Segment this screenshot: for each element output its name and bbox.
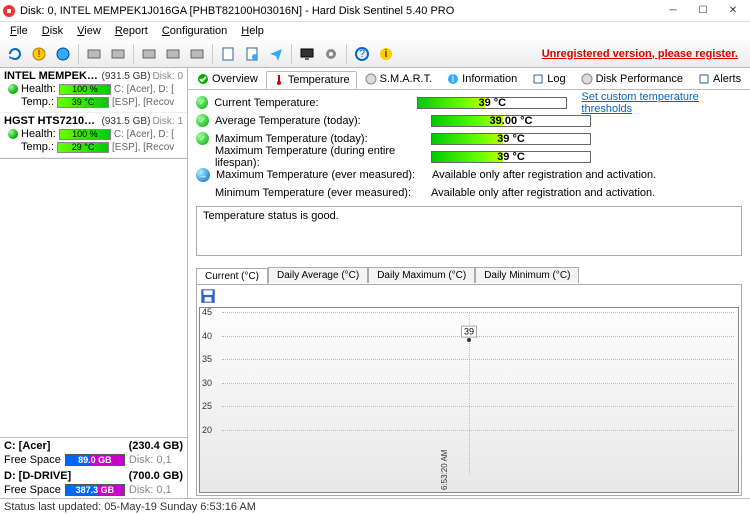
menu-report[interactable]: Report <box>109 24 154 38</box>
tab-overview[interactable]: Overview <box>190 70 265 88</box>
menu-configuration[interactable]: Configuration <box>156 24 233 38</box>
volume-list: C: [Acer](230.4 GB) Free Space89.0 GBDis… <box>0 437 187 498</box>
app-icon <box>2 4 16 18</box>
disk5-icon[interactable] <box>186 43 208 65</box>
toolbar: ! ? i Unregistered version, please regis… <box>0 40 750 68</box>
volume-item[interactable]: D: [D-DRIVE](700.0 GB) Free Space387.3 G… <box>0 468 187 498</box>
statusbar: Status last updated: 05-May-19 Sunday 6:… <box>0 498 750 514</box>
disk-name: INTEL MEMPEK1J016GA <box>4 70 100 82</box>
window-controls: ─ ☐ ✕ <box>658 1 748 21</box>
check-icon: ✓ <box>196 114 209 127</box>
thresholds-link[interactable]: Set custom temperature thresholds <box>581 91 742 115</box>
temperature-chart: 202530354045396:53:20 AM <box>199 307 739 493</box>
chart-tabs: Current (°C) Daily Average (°C) Daily Ma… <box>196 263 742 283</box>
send-icon[interactable] <box>265 43 287 65</box>
info-icon[interactable]: i <box>375 43 397 65</box>
browser-icon[interactable] <box>52 43 74 65</box>
menu-file[interactable]: File <box>4 24 34 38</box>
disk-name: HGST HTS721010A9E630 <box>4 115 100 127</box>
volume-item[interactable]: C: [Acer](230.4 GB) Free Space89.0 GBDis… <box>0 438 187 468</box>
check-icon: ✓ <box>196 96 208 109</box>
disk-item-0[interactable]: INTEL MEMPEK1J016GA (931.5 GB) Disk: 0 H… <box>0 68 187 113</box>
temp-bar: 39 °C <box>57 97 109 108</box>
disk2-icon[interactable] <box>107 43 129 65</box>
temperature-panel: ✓ Current Temperature: 39 °C Set custom … <box>188 90 750 498</box>
subtab-current[interactable]: Current (°C) <box>196 268 268 284</box>
tab-smart[interactable]: S.M.A.R.T. <box>358 70 440 88</box>
disk1-icon[interactable] <box>83 43 105 65</box>
disk-list: INTEL MEMPEK1J016GA (931.5 GB) Disk: 0 H… <box>0 68 187 159</box>
svg-text:i: i <box>452 73 454 85</box>
tab-temperature[interactable]: Temperature <box>266 71 357 89</box>
tab-information[interactable]: iInformation <box>440 70 524 88</box>
thermometer-icon <box>273 74 285 86</box>
save-icon[interactable] <box>199 287 217 305</box>
svg-text:?: ? <box>359 48 365 60</box>
close-button[interactable]: ✕ <box>718 1 748 21</box>
tab-alerts[interactable]: Alerts <box>691 70 748 88</box>
test-icon[interactable]: ! <box>28 43 50 65</box>
refresh-icon[interactable] <box>4 43 26 65</box>
window-title: Disk: 0, INTEL MEMPEK1J016GA [PHBT82100H… <box>20 5 658 17</box>
subtab-daily-max[interactable]: Daily Maximum (°C) <box>368 267 475 283</box>
tab-diskperf[interactable]: Disk Performance <box>574 70 690 88</box>
subtab-daily-avg[interactable]: Daily Average (°C) <box>268 267 368 283</box>
left-pane: INTEL MEMPEK1J016GA (931.5 GB) Disk: 0 H… <box>0 68 188 498</box>
health-bar: 100 % <box>59 84 111 95</box>
menu-disk[interactable]: Disk <box>36 24 69 38</box>
chart-container: 202530354045396:53:20 AM <box>196 284 742 496</box>
report2-icon[interactable] <box>241 43 263 65</box>
menu-view[interactable]: View <box>71 24 107 38</box>
titlebar: Disk: 0, INTEL MEMPEK1J016GA [PHBT82100H… <box>0 0 750 22</box>
status-ok-icon <box>8 129 18 139</box>
gear-icon[interactable] <box>320 43 342 65</box>
monitor-icon[interactable] <box>296 43 318 65</box>
disk4-icon[interactable] <box>162 43 184 65</box>
tab-log[interactable]: Log <box>525 70 572 88</box>
check-icon: ✓ <box>196 132 209 145</box>
menubar: File Disk View Report Configuration Help <box>0 22 750 40</box>
info-icon: → <box>196 168 210 182</box>
disk3-icon[interactable] <box>138 43 160 65</box>
help-icon[interactable]: ? <box>351 43 373 65</box>
menu-help[interactable]: Help <box>235 24 270 38</box>
svg-text:!: ! <box>37 48 40 60</box>
status-box: Temperature status is good. <box>196 206 742 256</box>
current-temp-bar: 39 °C <box>417 97 567 109</box>
status-ok-icon <box>8 84 18 94</box>
svg-text:i: i <box>385 48 387 60</box>
right-pane: Overview Temperature S.M.A.R.T. iInforma… <box>188 68 750 498</box>
tabs: Overview Temperature S.M.A.R.T. iInforma… <box>188 68 750 90</box>
main: INTEL MEMPEK1J016GA (931.5 GB) Disk: 0 H… <box>0 68 750 498</box>
minimize-button[interactable]: ─ <box>658 1 688 21</box>
subtab-daily-min[interactable]: Daily Minimum (°C) <box>475 267 579 283</box>
register-link[interactable]: Unregistered version, please register. <box>542 48 738 60</box>
report1-icon[interactable] <box>217 43 239 65</box>
disk-item-1[interactable]: HGST HTS721010A9E630 (931.5 GB) Disk: 1 … <box>0 113 187 158</box>
maximize-button[interactable]: ☐ <box>688 1 718 21</box>
